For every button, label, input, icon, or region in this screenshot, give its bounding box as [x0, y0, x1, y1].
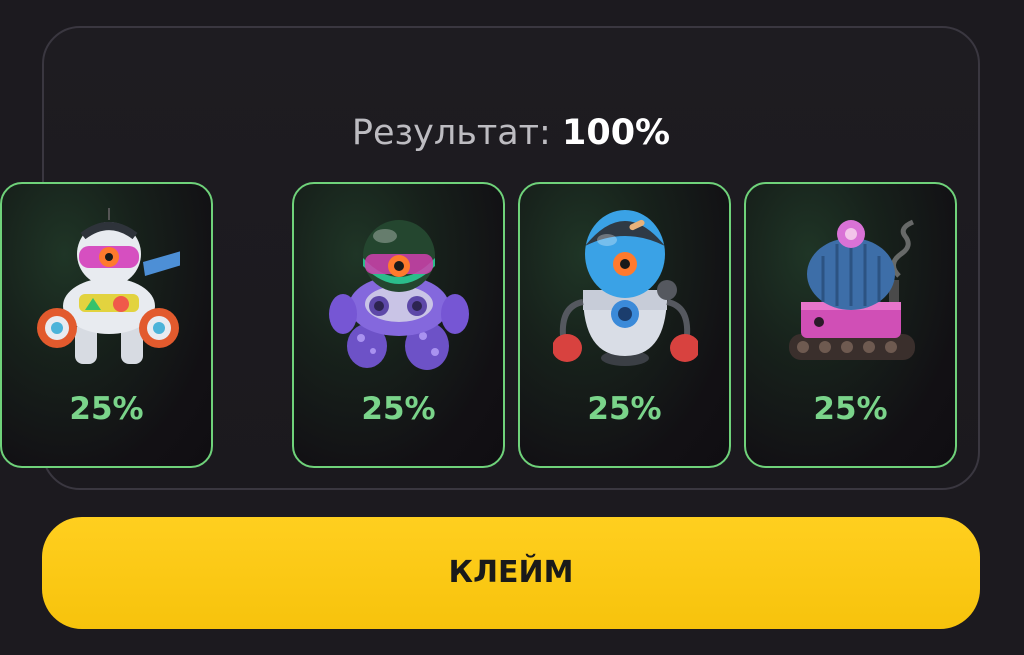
- result-value: 100%: [561, 113, 671, 153]
- purple-mech-robot-image: [329, 220, 469, 370]
- card-percent: 25%: [361, 391, 436, 427]
- card-percent: 25%: [587, 391, 662, 427]
- claim-button[interactable]: КЛЕЙМ: [42, 517, 980, 629]
- card-percent: 25%: [813, 391, 888, 427]
- character-card-cactus-tank[interactable]: 25%: [744, 182, 957, 468]
- character-card-white-mech[interactable]: 25%: [0, 182, 213, 468]
- result-line: Результат: 100%: [44, 112, 978, 154]
- cactus-tank-robot-image: [789, 219, 915, 360]
- character-card-purple-mech[interactable]: 25%: [292, 182, 505, 468]
- result-label: Результат:: [351, 113, 551, 153]
- blue-boxing-robot-image: [553, 210, 698, 366]
- card-percent: 25%: [69, 391, 144, 427]
- character-card-blue-boxer[interactable]: 25%: [518, 182, 731, 468]
- white-mech-robot-image: [37, 208, 180, 364]
